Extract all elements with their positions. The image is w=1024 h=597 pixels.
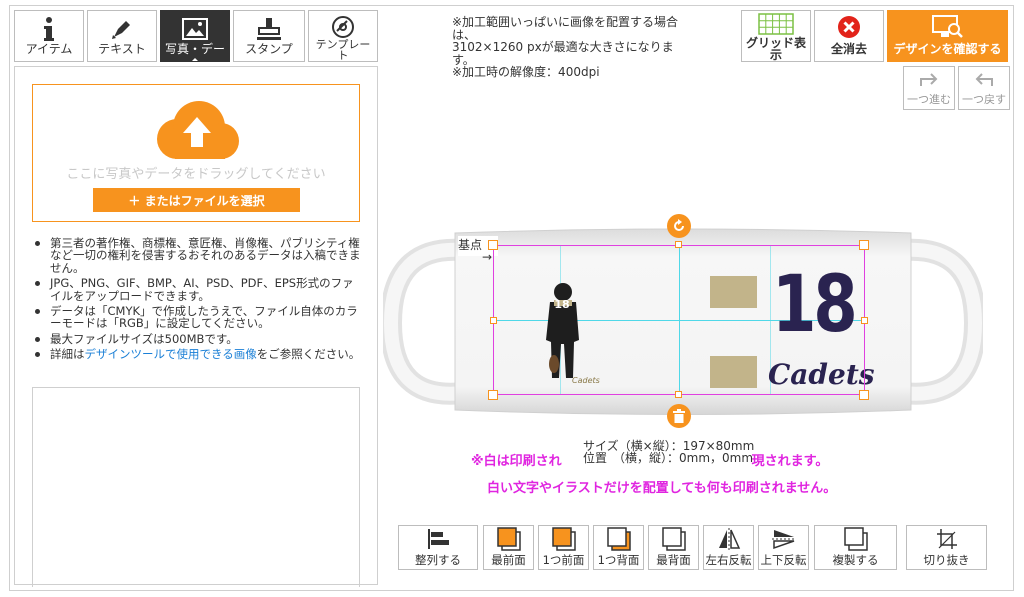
resize-handle[interactable] bbox=[859, 240, 869, 250]
close-circle-icon bbox=[837, 11, 861, 43]
info-line: ※加工時の解像度：400dpi bbox=[452, 65, 600, 79]
undo-icon bbox=[973, 70, 995, 91]
rotate-icon[interactable] bbox=[667, 214, 691, 238]
cloud-upload-icon bbox=[147, 99, 247, 167]
note-item: 第三者の著作権、商標権、意匠権、肖像権、パブリシティ権など一切の権利を侵害するお… bbox=[32, 237, 362, 274]
warning-text: 現されます。 bbox=[751, 454, 829, 469]
flip-vertical-button[interactable]: 上下反転 bbox=[758, 525, 809, 570]
uploaded-images-area[interactable] bbox=[32, 387, 360, 587]
design-tool-images-link[interactable]: デザインツールで使用できる画像 bbox=[85, 347, 257, 361]
send-backward-icon bbox=[606, 526, 631, 552]
info-icon bbox=[42, 15, 56, 43]
tab-text[interactable]: テキスト bbox=[87, 10, 157, 62]
tab-label: アイテム bbox=[25, 42, 73, 56]
flip-horizontal-button[interactable]: 左右反転 bbox=[703, 525, 754, 570]
pen-icon bbox=[110, 15, 134, 43]
redo-button[interactable]: 一つ進む bbox=[903, 66, 955, 110]
bring-forward-icon bbox=[551, 526, 576, 552]
upload-notes: 第三者の著作権、商標権、意匠権、肖像権、パブリシティ権など一切の権利を侵害するお… bbox=[32, 237, 362, 364]
button-label: 最前面 bbox=[491, 553, 526, 567]
bring-front-icon bbox=[496, 526, 521, 552]
button-label: デザインを確認する bbox=[893, 42, 1002, 56]
button-label: 上下反転 bbox=[760, 553, 807, 567]
button-label: 一つ進む bbox=[907, 93, 951, 106]
tab-photo[interactable]: 写真・デー bbox=[160, 10, 230, 62]
duplicate-button[interactable]: 複製する bbox=[814, 525, 897, 570]
tab-item[interactable]: アイテム bbox=[14, 10, 84, 62]
tab-label: テキスト bbox=[98, 42, 146, 56]
send-back-icon bbox=[661, 526, 686, 552]
align-left-icon bbox=[426, 526, 450, 552]
resize-handle[interactable] bbox=[490, 317, 497, 324]
redo-icon bbox=[918, 70, 940, 91]
resize-handle[interactable] bbox=[488, 240, 498, 250]
tab-template[interactable]: テンプレー ト bbox=[308, 10, 378, 62]
crop-button[interactable]: 切り抜き bbox=[906, 525, 987, 570]
upload-dropzone[interactable]: ここに写真やデータをドラッグしてください ＋ またはファイルを選択 bbox=[32, 84, 360, 222]
duplicate-icon bbox=[843, 526, 869, 552]
disc-icon bbox=[331, 15, 355, 39]
confirm-design-button[interactable]: デザインを確認する bbox=[887, 10, 1008, 62]
send-backward-button[interactable]: 1つ背面 bbox=[593, 525, 644, 570]
upload-hint: ここに写真やデータをドラッグしてください bbox=[66, 167, 326, 182]
stamp-icon bbox=[256, 15, 282, 43]
arrow-right-icon: → bbox=[482, 250, 493, 264]
print-info: ※加工範囲いっぱいに画像を配置する場合は、 3102×1260 pxが最適な大き… bbox=[452, 16, 692, 79]
tab-stamp[interactable]: スタンプ bbox=[233, 10, 305, 62]
monitor-search-icon bbox=[931, 11, 964, 43]
grid-toggle-button[interactable]: グリッド表示 bbox=[741, 10, 811, 62]
bring-to-front-button[interactable]: 最前面 bbox=[483, 525, 534, 570]
grid-icon bbox=[758, 11, 794, 37]
tab-label: スタンプ bbox=[245, 42, 293, 56]
button-label: 左右反転 bbox=[705, 553, 752, 567]
warning-text: ※白は印刷され bbox=[471, 454, 562, 469]
note-text: 詳細は bbox=[50, 347, 85, 362]
select-file-button[interactable]: ＋ またはファイルを選択 bbox=[93, 188, 300, 212]
button-label: 全消去 bbox=[830, 42, 867, 56]
white-print-warning: ※白は印刷され 現されます。 bbox=[471, 450, 828, 469]
button-label: グリッド表示 bbox=[745, 36, 806, 62]
tab-label: 写真・デー bbox=[164, 42, 225, 56]
flip-horizontal-icon bbox=[717, 526, 741, 552]
white-print-warning: 白い文字やイラストだけを配置しても何も印刷されません。 bbox=[487, 481, 837, 496]
bring-forward-button[interactable]: 1つ前面 bbox=[538, 525, 589, 570]
button-label: 複製する bbox=[832, 553, 879, 567]
resize-handle[interactable] bbox=[859, 390, 869, 400]
button-label: 1つ背面 bbox=[597, 553, 640, 567]
info-line: ※加工範囲いっぱいに画像を配置する場合は、 bbox=[452, 15, 679, 42]
note-item: データは「CMYK」で作成したうえで、ファイル自体のカラーモードは「RGB」に設… bbox=[32, 305, 362, 330]
resize-handle[interactable] bbox=[675, 391, 682, 398]
clear-all-button[interactable]: 全消去 bbox=[814, 10, 884, 62]
button-label: 切り抜き bbox=[923, 553, 970, 567]
tab-label: テンプレー ト bbox=[315, 38, 371, 62]
trash-icon[interactable] bbox=[667, 404, 691, 428]
flip-vertical-icon bbox=[771, 526, 796, 552]
button-label: 1つ前面 bbox=[542, 553, 585, 567]
button-label: 最背面 bbox=[656, 553, 691, 567]
send-to-back-button[interactable]: 最背面 bbox=[648, 525, 699, 570]
button-label: 整列する bbox=[415, 553, 461, 567]
image-icon bbox=[182, 15, 208, 43]
origin-text: 基点 bbox=[458, 238, 483, 252]
selection-box[interactable] bbox=[493, 245, 865, 395]
resize-handle[interactable] bbox=[675, 241, 682, 248]
note-item: 最大ファイルサイズは500MBです。 bbox=[32, 332, 362, 345]
note-item: 詳細はデザインツールで使用できる画像をご参照ください。 bbox=[32, 348, 362, 360]
note-text: をご参照ください。 bbox=[256, 347, 361, 362]
resize-handle[interactable] bbox=[488, 390, 498, 400]
button-label: 一つ戻す bbox=[962, 93, 1006, 106]
info-line: 3102×1260 pxが最適な大きさになります。 bbox=[452, 40, 674, 67]
align-button[interactable]: 整列する bbox=[398, 525, 478, 570]
undo-button[interactable]: 一つ戻す bbox=[958, 66, 1010, 110]
resize-handle[interactable] bbox=[861, 317, 868, 324]
note-item: JPG、PNG、GIF、BMP、AI、PSD、PDF、EPS形式のファイルをアッ… bbox=[32, 277, 362, 302]
crop-icon bbox=[935, 526, 959, 552]
